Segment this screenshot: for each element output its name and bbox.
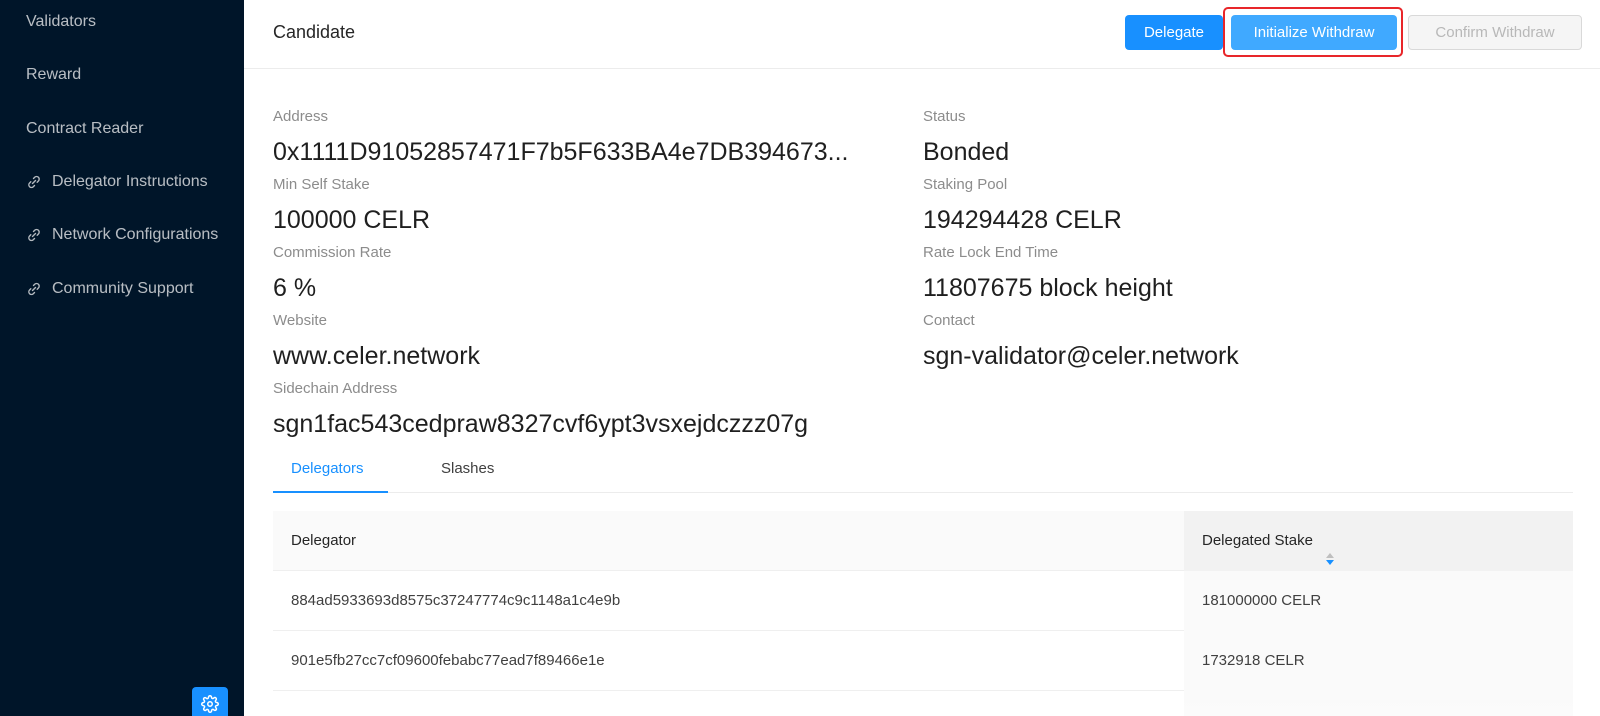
link-icon xyxy=(26,281,42,297)
sort-icon[interactable] xyxy=(1325,533,1335,566)
sidebar-item-label: Delegator Instructions xyxy=(52,173,208,190)
confirm-withdraw-button[interactable]: Confirm Withdraw xyxy=(1408,15,1582,50)
sidechain-address-label: Sidechain Address xyxy=(273,380,398,397)
rate-lock-end-time-value: 11807675 block height xyxy=(923,274,1173,302)
sidebar-item-validators[interactable]: Validators xyxy=(26,7,96,37)
sidebar-item-label: Contract Reader xyxy=(26,120,144,137)
contact-value: sgn-validator@celer.network xyxy=(923,342,1239,370)
delegator-cell: 901e5fb27cc7cf09600febabc77ead7f89466e1e xyxy=(291,652,605,669)
delegator-cell: 884ad5933693d8575c37247774c9c1148a1c4e9b xyxy=(291,592,621,609)
sidebar: Validators Reward Contract Reader Delega… xyxy=(0,0,244,716)
column-header-label: Delegated Stake xyxy=(1202,532,1313,549)
column-header-delegator: Delegator xyxy=(291,532,357,549)
tabs-divider xyxy=(273,492,1573,493)
delegators-table: Delegator Delegated Stake 884ad5933693d8… xyxy=(273,511,1573,716)
settings-button[interactable] xyxy=(192,687,228,716)
table-header: Delegator Delegated Stake xyxy=(273,511,1573,571)
main-content: Candidate Delegate Initialize Withdraw C… xyxy=(244,0,1600,716)
sidebar-item-reward[interactable]: Reward xyxy=(26,60,81,90)
initialize-withdraw-button[interactable]: Initialize Withdraw xyxy=(1231,15,1397,50)
commission-rate-label: Commission Rate xyxy=(273,244,392,261)
gear-icon xyxy=(201,695,219,716)
sidebar-item-network-configurations[interactable]: Network Configurations xyxy=(26,220,218,250)
sidechain-address-value: sgn1fac543cedpraw8327cvf6ypt3vsxejdczzz0… xyxy=(273,410,809,438)
stake-cell: 181000000 CELR xyxy=(1202,592,1322,609)
link-icon xyxy=(26,174,42,190)
website-value: www.celer.network xyxy=(273,342,481,370)
website-label: Website xyxy=(273,312,327,329)
sidebar-item-label: Community Support xyxy=(52,280,194,297)
min-self-stake-value: 100000 CELR xyxy=(273,206,431,234)
sidebar-item-community-support[interactable]: Community Support xyxy=(26,274,193,304)
staking-pool-value: 194294428 CELR xyxy=(923,206,1122,234)
column-header-delegated-stake[interactable]: Delegated Stake xyxy=(1202,511,1335,571)
sidebar-item-label: Network Configurations xyxy=(52,226,219,243)
table-row[interactable] xyxy=(273,691,1573,716)
page-title: Candidate xyxy=(273,22,356,42)
sidebar-item-label: Validators xyxy=(26,13,96,30)
tab-slashes[interactable]: Slashes xyxy=(441,460,494,477)
table-row[interactable]: 901e5fb27cc7cf09600febabc77ead7f89466e1e… xyxy=(273,631,1573,691)
contact-label: Contact xyxy=(923,312,975,329)
link-icon xyxy=(26,227,42,243)
stake-cell: 1732918 CELR xyxy=(1202,652,1305,669)
rate-lock-end-time-label: Rate Lock End Time xyxy=(923,244,1059,261)
address-value: 0x1111D91052857471F7b5F633BA4e7DB394673.… xyxy=(273,138,849,166)
address-label: Address xyxy=(273,108,329,125)
commission-rate-value: 6 % xyxy=(273,274,317,302)
page-header: Candidate Delegate Initialize Withdraw C… xyxy=(244,0,1600,69)
row-fade-overlay xyxy=(273,691,1573,716)
min-self-stake-label: Min Self Stake xyxy=(273,176,370,193)
sidebar-item-label: Reward xyxy=(26,66,82,83)
status-label: Status xyxy=(923,108,966,125)
staking-pool-label: Staking Pool xyxy=(923,176,1008,193)
active-tab-indicator xyxy=(273,491,388,493)
app-root: Validators Reward Contract Reader Delega… xyxy=(0,0,1600,716)
table-row[interactable]: 884ad5933693d8575c37247774c9c1148a1c4e9b… xyxy=(273,571,1573,631)
sidebar-item-delegator-instructions[interactable]: Delegator Instructions xyxy=(26,167,208,197)
tab-delegators[interactable]: Delegators xyxy=(291,460,364,477)
delegate-button[interactable]: Delegate xyxy=(1125,15,1223,50)
status-value: Bonded xyxy=(923,138,1010,166)
sidebar-item-contract-reader[interactable]: Contract Reader xyxy=(26,114,143,144)
